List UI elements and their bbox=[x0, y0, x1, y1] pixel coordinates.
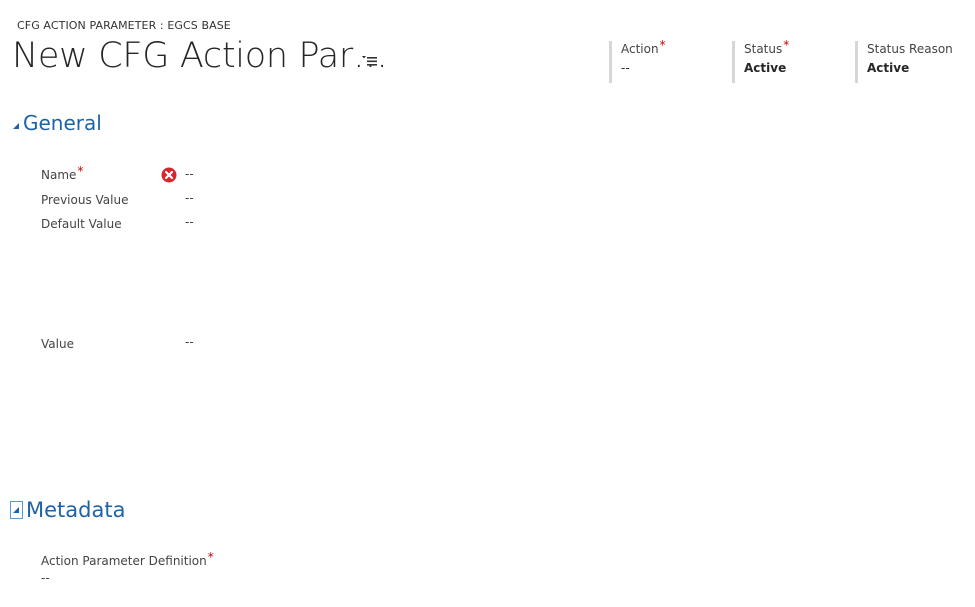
previous-value-label: Previous Value bbox=[41, 193, 129, 207]
record-title: New CFG Action Par… bbox=[12, 36, 388, 76]
header-field-status: Status* Active bbox=[732, 38, 790, 83]
required-marker: * bbox=[783, 38, 790, 52]
general-section-title: General bbox=[23, 111, 102, 135]
general-section-header[interactable]: General bbox=[12, 111, 102, 135]
required-marker: * bbox=[77, 164, 84, 178]
triangle-expanded-icon bbox=[13, 507, 19, 513]
error-icon bbox=[161, 167, 177, 183]
header-field-status-reason: Status Reason Active bbox=[855, 41, 953, 83]
header-field-action: Action* -- bbox=[609, 38, 666, 83]
required-marker: * bbox=[659, 38, 666, 52]
header-field-action-value[interactable]: -- bbox=[621, 59, 666, 77]
action-parameter-definition-value[interactable]: -- bbox=[41, 571, 50, 585]
metadata-toggle-box[interactable] bbox=[10, 501, 23, 519]
title-menu-icon[interactable] bbox=[362, 52, 380, 68]
required-marker: * bbox=[207, 550, 214, 564]
header-field-action-label: Action bbox=[621, 42, 659, 56]
value-value[interactable]: -- bbox=[185, 335, 194, 349]
header-field-status-reason-label: Status Reason bbox=[867, 42, 953, 56]
default-value-value[interactable]: -- bbox=[185, 215, 194, 229]
header-field-status-label: Status bbox=[744, 42, 783, 56]
header-field-status-value[interactable]: Active bbox=[744, 59, 789, 77]
triangle-expanded-icon bbox=[12, 122, 20, 133]
default-value-label: Default Value bbox=[41, 217, 122, 231]
value-label: Value bbox=[41, 337, 74, 351]
action-parameter-definition-label: Action Parameter Definition bbox=[41, 554, 207, 568]
previous-value-value[interactable]: -- bbox=[185, 191, 194, 205]
header-field-status-reason-value[interactable]: Active bbox=[867, 59, 953, 77]
entity-label: CFG ACTION PARAMETER : EGCS BASE bbox=[17, 19, 231, 32]
name-value[interactable]: -- bbox=[185, 167, 194, 181]
name-label: Name bbox=[41, 168, 77, 182]
metadata-section-title[interactable]: Metadata bbox=[26, 498, 125, 522]
